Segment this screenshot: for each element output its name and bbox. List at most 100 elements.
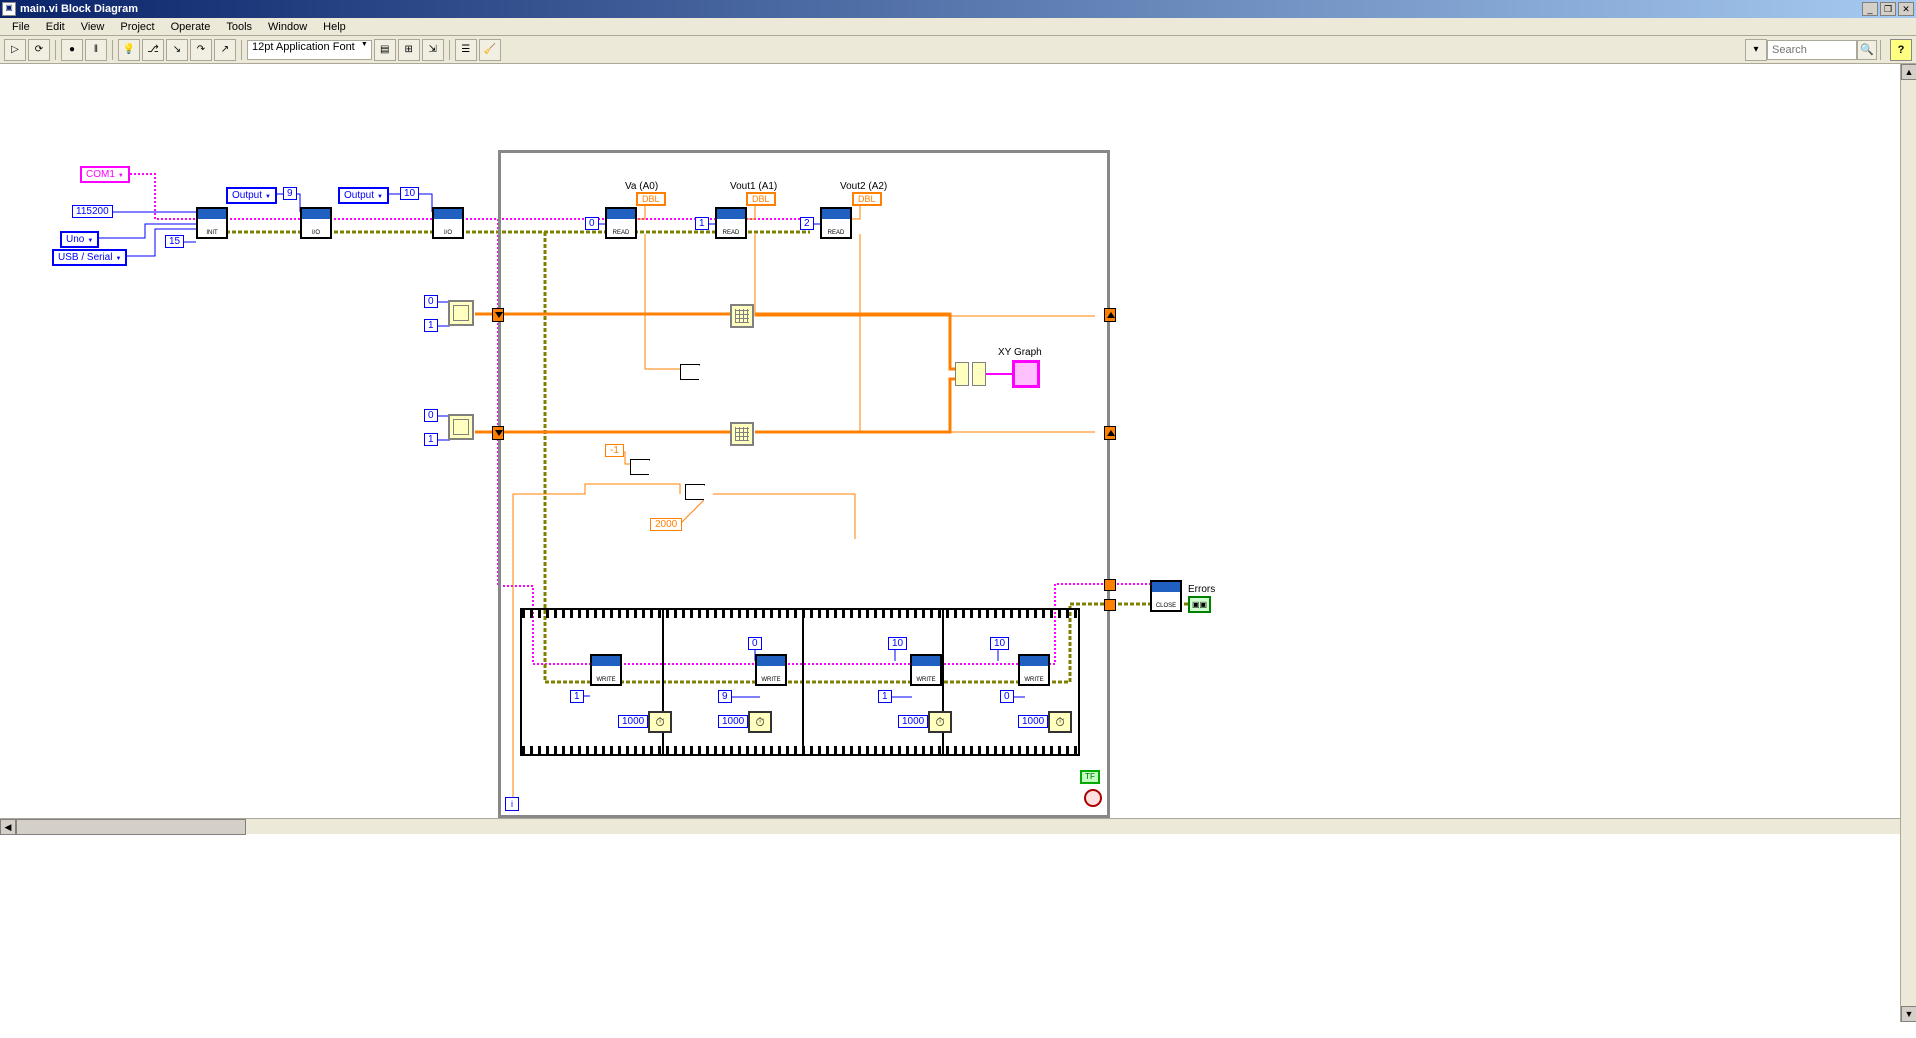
pin10-constant[interactable]: 10	[400, 187, 419, 200]
resize-button[interactable]: ⇲	[422, 39, 444, 61]
build-array-1[interactable]	[730, 422, 754, 446]
distribute-button[interactable]: ⊞	[398, 39, 420, 61]
initarr0-elem[interactable]: 0	[424, 295, 438, 308]
vout2-indicator[interactable]: DBL	[852, 192, 882, 206]
seq2-pin[interactable]: 10	[888, 637, 907, 650]
step-over-button[interactable]: ↷	[190, 39, 212, 61]
search-input[interactable]	[1767, 40, 1857, 60]
digital-write-3[interactable]: WRITE	[1018, 654, 1050, 686]
pin9-constant[interactable]: 9	[283, 187, 297, 200]
digital-write-0[interactable]: WRITE	[590, 654, 622, 686]
loop-stop-terminal[interactable]	[1084, 789, 1102, 807]
menu-file[interactable]: File	[4, 19, 38, 35]
protocol-constant[interactable]: USB / Serial	[52, 249, 127, 266]
init-subvi[interactable]: INIT	[196, 207, 228, 239]
seq1-pin[interactable]: 0	[748, 637, 762, 650]
pause-button[interactable]: ‖	[85, 39, 107, 61]
scroll-up-button[interactable]: ▲	[1901, 64, 1916, 80]
init-array-0[interactable]	[448, 300, 474, 326]
read-ch0-constant[interactable]: 0	[585, 217, 599, 230]
menu-edit[interactable]: Edit	[38, 19, 73, 35]
stop-tf-indicator[interactable]: TF	[1080, 770, 1100, 784]
shiftreg-left-1[interactable]	[492, 426, 504, 440]
run-continuous-button[interactable]: ⟳	[28, 39, 50, 61]
bytes-constant[interactable]: 15	[165, 235, 184, 248]
vertical-scrollbar[interactable]: ▲ ▼	[1900, 64, 1916, 1022]
analog-read-1[interactable]: READ	[715, 207, 747, 239]
vout1-indicator[interactable]: DBL	[746, 192, 776, 206]
pinmode2-constant[interactable]: Output	[338, 187, 389, 204]
xy-graph-terminal[interactable]	[1012, 360, 1040, 388]
analog-read-2[interactable]: READ	[820, 207, 852, 239]
cleanup-button[interactable]: 🧹	[479, 39, 501, 61]
build-array-0[interactable]	[730, 304, 754, 328]
retain-wire-button[interactable]: ⎇	[142, 39, 164, 61]
seq0-wait[interactable]: 1000	[618, 715, 648, 728]
menu-tools[interactable]: Tools	[218, 19, 260, 35]
seq3-pin[interactable]: 10	[990, 637, 1009, 650]
multiply-0[interactable]	[630, 459, 650, 475]
step-out-button[interactable]: ↗	[214, 39, 236, 61]
greater-than-0[interactable]	[680, 364, 700, 380]
abort-button[interactable]: ●	[61, 39, 83, 61]
errors-indicator[interactable]: ▣▣	[1188, 596, 1211, 613]
scroll-left-button[interactable]: ◀	[0, 819, 16, 835]
menu-project[interactable]: Project	[112, 19, 162, 35]
setpinmode1-subvi[interactable]: I/O	[300, 207, 332, 239]
shiftreg-right-1[interactable]	[1104, 426, 1116, 440]
pinmode1-constant[interactable]: Output	[226, 187, 277, 204]
seq0-val[interactable]: 1	[570, 690, 584, 703]
seq1-wait[interactable]: 1000	[718, 715, 748, 728]
search-icon[interactable]: 🔍	[1857, 40, 1877, 60]
horizontal-scrollbar[interactable]: ◀ ▶	[0, 818, 1916, 834]
read-ch2-constant[interactable]: 2	[800, 217, 814, 230]
digital-write-2[interactable]: WRITE	[910, 654, 942, 686]
read-ch1-constant[interactable]: 1	[695, 217, 709, 230]
board-constant[interactable]: Uno	[60, 231, 99, 248]
wait-ms-3[interactable]	[1048, 711, 1072, 733]
maximize-button[interactable]: ❐	[1880, 2, 1896, 16]
help-icon[interactable]: ?	[1890, 39, 1912, 61]
wait-ms-1[interactable]	[748, 711, 772, 733]
font-selector[interactable]: 12pt Application Font	[247, 40, 372, 60]
initarr1-dim[interactable]: 1	[424, 433, 438, 446]
close-subvi[interactable]: CLOSE	[1150, 580, 1182, 612]
visa-resource-constant[interactable]: COM1	[80, 166, 130, 183]
seq1-val[interactable]: 9	[718, 690, 732, 703]
neg1-constant[interactable]: -1	[605, 444, 624, 457]
menu-view[interactable]: View	[73, 19, 113, 35]
align-button[interactable]: ▤	[374, 39, 396, 61]
div2000-constant[interactable]: 2000	[650, 518, 682, 531]
seq2-wait[interactable]: 1000	[898, 715, 928, 728]
menu-operate[interactable]: Operate	[163, 19, 219, 35]
seq3-wait[interactable]: 1000	[1018, 715, 1048, 728]
close-button[interactable]: ✕	[1898, 2, 1914, 16]
step-into-button[interactable]: ↘	[166, 39, 188, 61]
reorder-button[interactable]: ☰	[455, 39, 477, 61]
highlight-button[interactable]: 💡	[118, 39, 140, 61]
menu-window[interactable]: Window	[260, 19, 315, 35]
run-button[interactable]: ▷	[4, 39, 26, 61]
wait-ms-2[interactable]	[928, 711, 952, 733]
shiftreg-right-0[interactable]	[1104, 308, 1116, 322]
setpinmode2-subvi[interactable]: I/O	[432, 207, 464, 239]
baud-constant[interactable]: 115200	[72, 205, 113, 218]
seq3-val[interactable]: 0	[1000, 690, 1014, 703]
init-array-1[interactable]	[448, 414, 474, 440]
seq2-val[interactable]: 1	[878, 690, 892, 703]
digital-write-1[interactable]: WRITE	[755, 654, 787, 686]
minimize-button[interactable]: _	[1862, 2, 1878, 16]
search-dropdown[interactable]: ▾	[1745, 39, 1767, 61]
greater-than-1[interactable]	[685, 484, 705, 500]
scroll-down-button[interactable]: ▼	[1901, 1006, 1916, 1022]
initarr1-elem[interactable]: 0	[424, 409, 438, 422]
shiftreg-left-0[interactable]	[492, 308, 504, 322]
wait-ms-0[interactable]	[648, 711, 672, 733]
block-diagram-canvas[interactable]: COM1 115200 Uno USB / Serial 15 INIT Out…	[0, 64, 1500, 818]
menu-help[interactable]: Help	[315, 19, 354, 35]
analog-read-0[interactable]: READ	[605, 207, 637, 239]
bundle-0[interactable]	[955, 362, 969, 386]
bundle-1[interactable]	[972, 362, 986, 386]
initarr0-dim[interactable]: 1	[424, 319, 438, 332]
scroll-thumb[interactable]	[16, 819, 246, 835]
